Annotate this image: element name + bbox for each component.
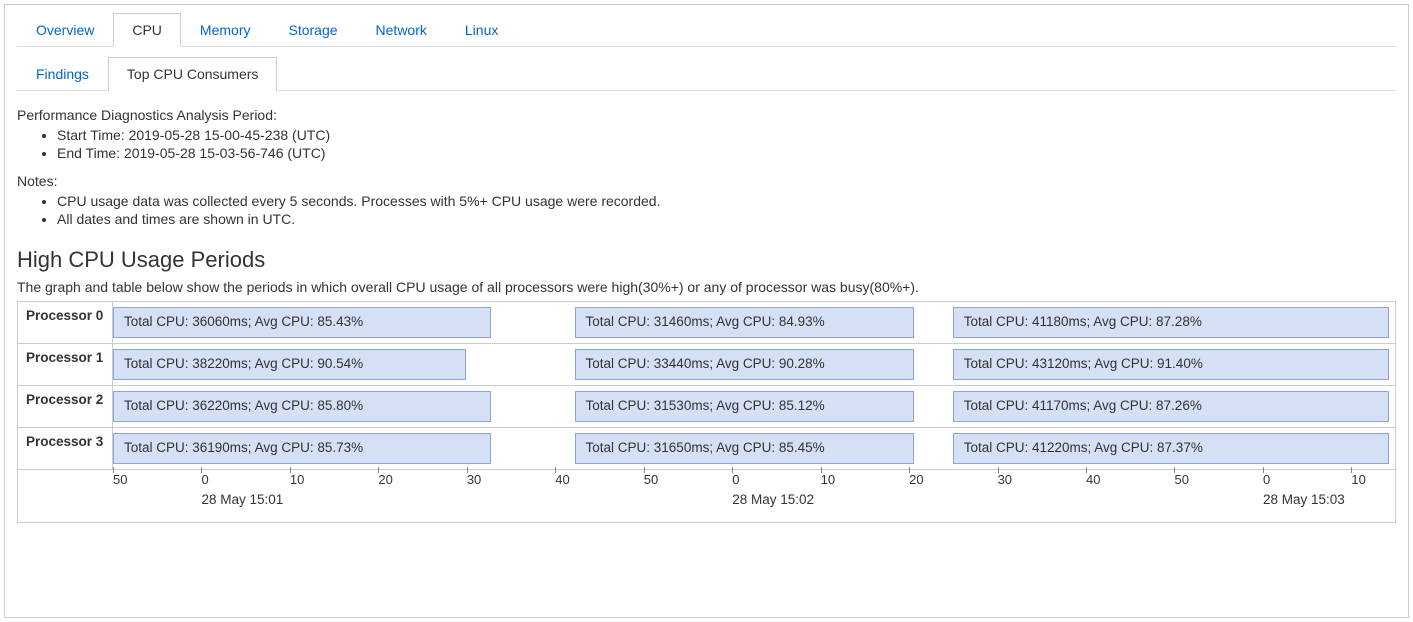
axis-tick: 30	[998, 472, 1012, 487]
axis-tick: 0	[1263, 472, 1270, 487]
axis-tick: 30	[467, 472, 481, 487]
processor-row: Processor 1Total CPU: 38220ms; Avg CPU: …	[18, 344, 1395, 386]
tab-cpu[interactable]: CPU	[113, 13, 181, 47]
tab-storage[interactable]: Storage	[269, 13, 356, 47]
cpu-usage-bar[interactable]: Total CPU: 38220ms; Avg CPU: 90.54%	[113, 349, 466, 380]
cpu-usage-bar[interactable]: Total CPU: 41170ms; Avg CPU: 87.26%	[953, 391, 1389, 422]
cpu-usage-bar[interactable]: Total CPU: 36220ms; Avg CPU: 85.80%	[113, 391, 491, 422]
cpu-usage-bar[interactable]: Total CPU: 43120ms; Avg CPU: 91.40%	[953, 349, 1389, 380]
notes-label: Notes:	[17, 173, 1396, 189]
axis-tick: 50	[644, 472, 658, 487]
cpu-usage-bar[interactable]: Total CPU: 36190ms; Avg CPU: 85.73%	[113, 433, 491, 464]
processor-row: Processor 3Total CPU: 36190ms; Avg CPU: …	[18, 428, 1395, 470]
axis-tick: 20	[909, 472, 923, 487]
notes-item: All dates and times are shown in UTC.	[57, 211, 1396, 227]
section-description: The graph and table below show the perio…	[17, 279, 1396, 295]
axis-tick: 40	[1086, 472, 1100, 487]
processor-row: Processor 2Total CPU: 36220ms; Avg CPU: …	[18, 386, 1395, 428]
cpu-usage-bar[interactable]: Total CPU: 41180ms; Avg CPU: 87.28%	[953, 307, 1389, 338]
processor-track: Total CPU: 36220ms; Avg CPU: 85.80% Total…	[113, 386, 1395, 427]
axis-major-label: 28 May 15:03	[1263, 492, 1345, 507]
tab-network[interactable]: Network	[357, 13, 446, 47]
main-panel: OverviewCPUMemoryStorageNetworkLinux Fin…	[4, 4, 1409, 618]
axis-tick: 10	[1351, 472, 1365, 487]
processor-track: Total CPU: 36060ms; Avg CPU: 85.43% Total…	[113, 302, 1395, 343]
tab-overview[interactable]: Overview	[17, 13, 113, 47]
tab-linux[interactable]: Linux	[446, 13, 517, 47]
axis-tick: 10	[290, 472, 304, 487]
axis-tick: 10	[821, 472, 835, 487]
subtab-findings[interactable]: Findings	[17, 57, 108, 91]
notes-item: CPU usage data was collected every 5 sec…	[57, 193, 1396, 209]
primary-tabs: OverviewCPUMemoryStorageNetworkLinux	[17, 13, 1396, 47]
secondary-tabs: FindingsTop CPU Consumers	[17, 57, 1396, 91]
axis-tick: 0	[732, 472, 739, 487]
period-label: Performance Diagnostics Analysis Period:	[17, 107, 1396, 123]
axis-tick: 50	[1174, 472, 1188, 487]
tab-memory[interactable]: Memory	[181, 13, 270, 47]
info-block: Performance Diagnostics Analysis Period:…	[17, 107, 1396, 227]
cpu-usage-bar[interactable]: Total CPU: 31650ms; Avg CPU: 85.45%	[575, 433, 915, 464]
period-item: Start Time: 2019-05-28 15-00-45-238 (UTC…	[57, 127, 1396, 143]
processor-track: Total CPU: 38220ms; Avg CPU: 90.54% Total…	[113, 344, 1395, 385]
section-title: High CPU Usage Periods	[17, 247, 1396, 273]
subtab-top-cpu-consumers[interactable]: Top CPU Consumers	[108, 57, 278, 91]
time-axis: 50 0 28 May 15:01 10 20 30 40 50 0 28 May 15:02 10…	[18, 470, 1395, 522]
cpu-usage-bar[interactable]: Total CPU: 41220ms; Avg CPU: 87.37%	[953, 433, 1389, 464]
cpu-usage-bar[interactable]: Total CPU: 36060ms; Avg CPU: 85.43%	[113, 307, 491, 338]
notes-list: CPU usage data was collected every 5 sec…	[17, 193, 1396, 227]
axis-tick: 40	[555, 472, 569, 487]
cpu-usage-bar[interactable]: Total CPU: 33440ms; Avg CPU: 90.28%	[575, 349, 915, 380]
axis-tick: 20	[378, 472, 392, 487]
axis-tick: 0	[201, 472, 208, 487]
processor-label: Processor 0	[18, 302, 113, 343]
processor-row: Processor 0Total CPU: 36060ms; Avg CPU: …	[18, 302, 1395, 344]
axis-major-label: 28 May 15:01	[201, 492, 283, 507]
cpu-usage-bar[interactable]: Total CPU: 31460ms; Avg CPU: 84.93%	[575, 307, 915, 338]
processor-label: Processor 1	[18, 344, 113, 385]
period-list: Start Time: 2019-05-28 15-00-45-238 (UTC…	[17, 127, 1396, 161]
axis-tick: 50	[113, 472, 127, 487]
processor-label: Processor 2	[18, 386, 113, 427]
processor-label: Processor 3	[18, 428, 113, 469]
cpu-usage-chart: Processor 0Total CPU: 36060ms; Avg CPU: …	[17, 301, 1396, 523]
axis-track: 50 0 28 May 15:01 10 20 30 40 50 0 28 May 15:02 10…	[113, 470, 1395, 522]
cpu-usage-bar[interactable]: Total CPU: 31530ms; Avg CPU: 85.12%	[575, 391, 915, 422]
period-item: End Time: 2019-05-28 15-03-56-746 (UTC)	[57, 145, 1396, 161]
axis-major-label: 28 May 15:02	[732, 492, 814, 507]
processor-track: Total CPU: 36190ms; Avg CPU: 85.73% Total…	[113, 428, 1395, 469]
